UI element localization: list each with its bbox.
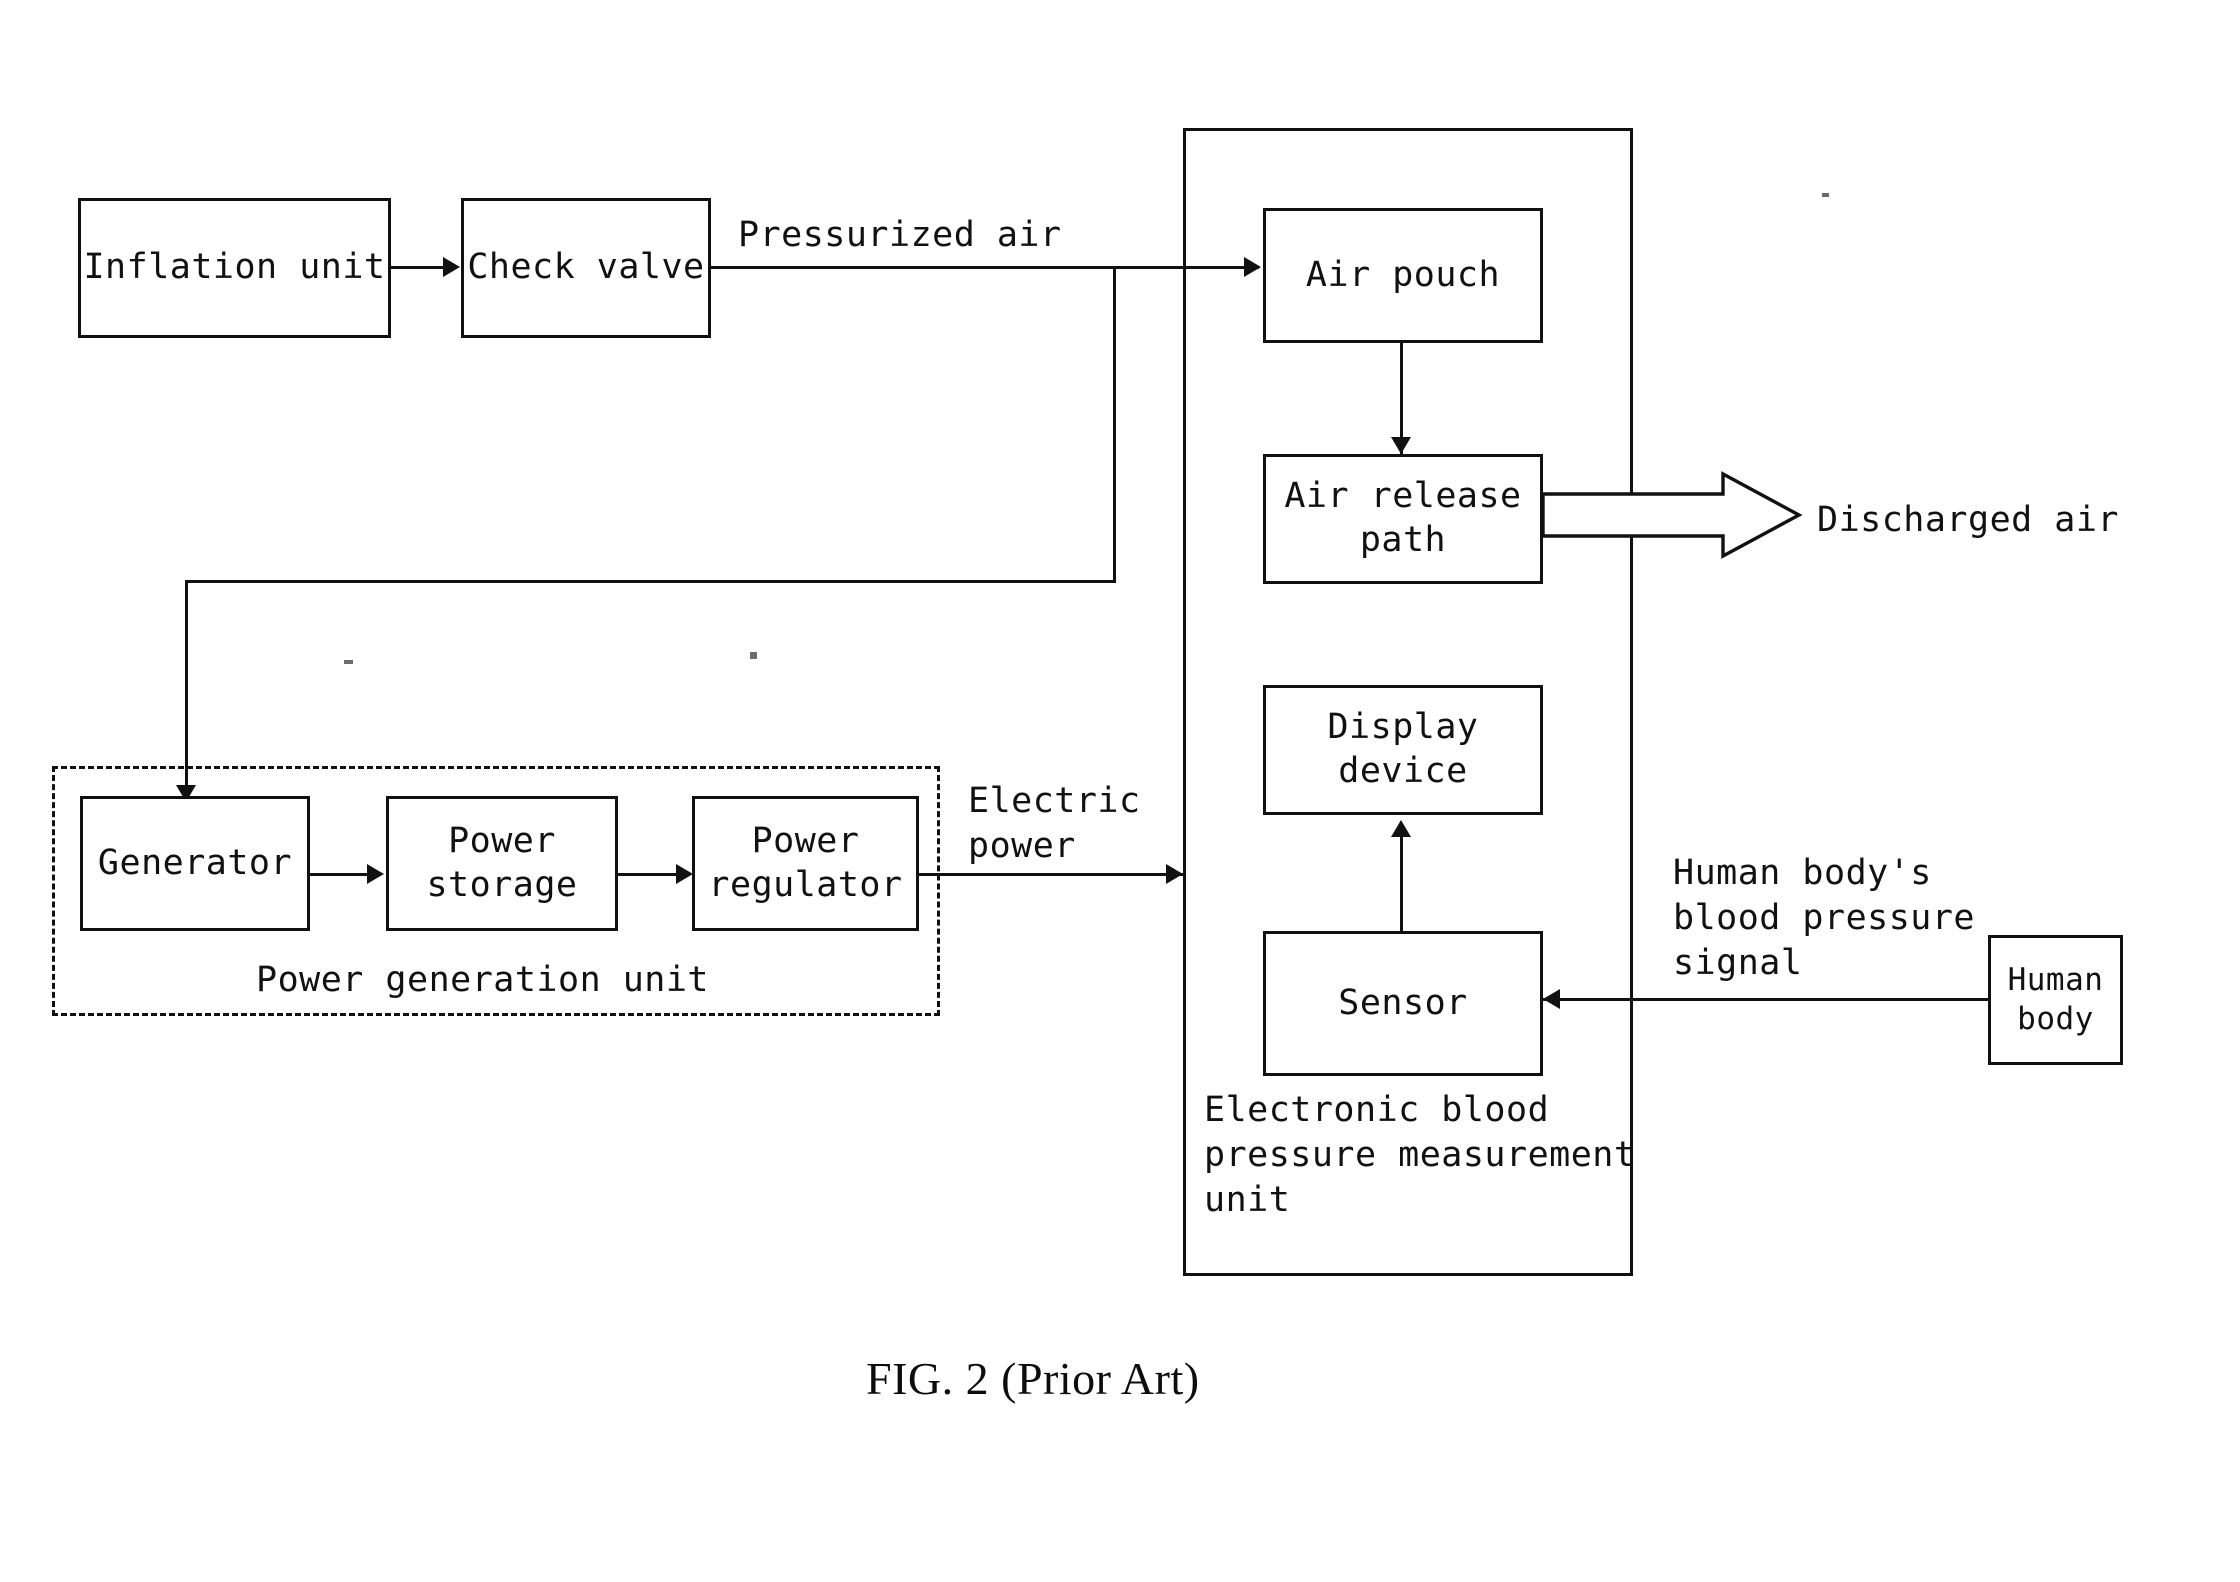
block-arrow-discharged-air [1541, 470, 1803, 560]
label-discharged-air: Discharged air [1817, 500, 2120, 540]
label-electric-power: Electric power [968, 781, 1141, 866]
block-display-device[interactable]: Display device [1263, 685, 1543, 815]
scan-speck [1822, 193, 1829, 197]
block-human-body[interactable]: Human body [1988, 935, 2123, 1065]
block-generator-label: Generator [97, 842, 293, 883]
measurement-unit-label: Electronic blood pressure measurement un… [1204, 1090, 1636, 1220]
block-human-body-label: Human body [2007, 962, 2104, 1037]
arrowhead-power-to-measurement-unit [1166, 864, 1183, 884]
block-power-regulator[interactable]: Power regulator [692, 796, 919, 931]
block-air-pouch[interactable]: Air pouch [1263, 208, 1543, 343]
connector-pressurized-air-branch-down [1113, 266, 1116, 582]
power-generation-unit-label: Power generation unit [256, 960, 710, 1000]
connector-human-body-to-sensor [1543, 998, 1988, 1001]
block-power-storage[interactable]: Power storage [386, 796, 618, 931]
figure-caption: FIG. 2 (Prior Art) [866, 1353, 1200, 1404]
block-power-storage-label: Power storage [426, 820, 578, 905]
block-air-release-path[interactable]: Air release path [1263, 454, 1543, 584]
scan-speck [750, 652, 757, 659]
block-inflation-unit[interactable]: Inflation unit [78, 198, 391, 338]
arrowhead-air-pouch-to-release-path [1391, 437, 1411, 454]
block-sensor[interactable]: Sensor [1263, 931, 1543, 1076]
block-check-valve-label: Check valve [467, 247, 705, 288]
arrowhead-generator-to-power-storage [367, 864, 384, 884]
block-generator[interactable]: Generator [80, 796, 310, 931]
figure-canvas: Electronic blood pressure measurement un… [0, 0, 2240, 1582]
arrowhead-power-storage-to-regulator [676, 864, 693, 884]
connector-pressurized-air-branch-left [185, 580, 1116, 583]
block-check-valve[interactable]: Check valve [461, 198, 711, 338]
connector-power-to-measurement-unit [919, 873, 1183, 876]
block-power-regulator-label: Power regulator [708, 820, 903, 905]
block-inflation-unit-label: Inflation unit [83, 247, 386, 288]
block-display-device-label: Display device [1327, 707, 1479, 791]
scan-speck [344, 660, 353, 664]
block-air-pouch-label: Air pouch [1305, 254, 1501, 295]
discharged-air-arrow-svg [1541, 471, 1803, 559]
arrowhead-human-body-to-sensor [1543, 989, 1560, 1009]
block-sensor-label: Sensor [1338, 982, 1468, 1023]
label-pressurized-air: Pressurized air [738, 215, 1062, 255]
arrowhead-sensor-to-display-device [1391, 820, 1411, 837]
label-blood-pressure-signal: Human body's blood pressure signal [1673, 853, 1976, 983]
connector-sensor-to-display-device [1400, 828, 1403, 936]
arrowhead-check-valve-to-air-pouch [1244, 257, 1261, 277]
connector-pressurized-air-branch-to-generator [185, 580, 188, 796]
arrowhead-inflation-to-check-valve [443, 257, 460, 277]
connector-check-valve-to-air-pouch [711, 266, 1259, 269]
block-air-release-path-label: Air release path [1284, 476, 1522, 560]
